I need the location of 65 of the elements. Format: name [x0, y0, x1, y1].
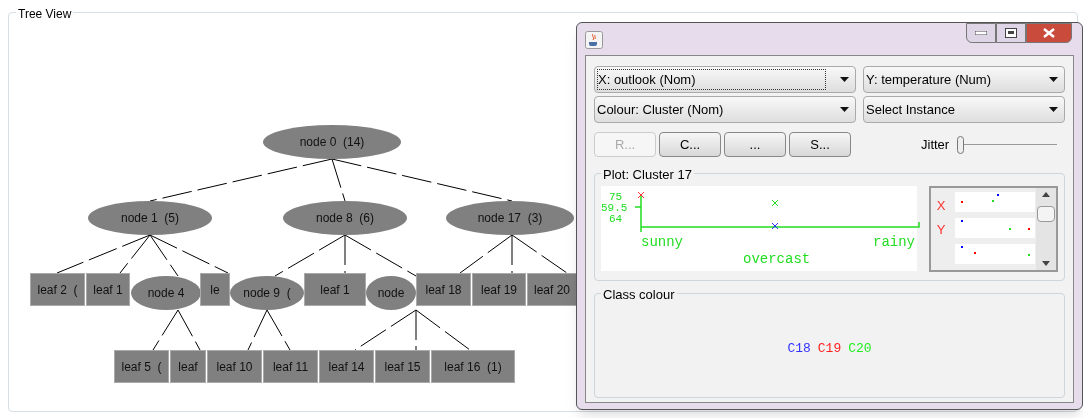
tree-leaf[interactable]: leaf 5 ( — [114, 350, 169, 383]
toolbar-button[interactable]: ... — [724, 132, 786, 157]
toolbar-button[interactable]: C... — [659, 132, 721, 157]
tree-node[interactable]: node 17 (3) — [446, 201, 574, 235]
connector-line — [247, 309, 268, 351]
minimize-icon — [975, 31, 987, 35]
tree-node[interactable]: node 9 ( — [230, 276, 304, 310]
class-label: C18 — [787, 339, 811, 358]
minimize-button[interactable] — [966, 23, 996, 43]
dropdown-value: Colour: Cluster (Nom) — [597, 100, 725, 119]
tree-leaf[interactable]: le — [200, 273, 230, 306]
y-axis-label: 64 — [609, 214, 623, 225]
maximize-icon — [1005, 28, 1017, 38]
toolbar-button[interactable]: S... — [789, 132, 851, 157]
tree-node[interactable]: node 0 (14) — [263, 125, 401, 159]
tree-leaf[interactable]: leaf 2 ( — [30, 273, 85, 306]
class-label: C19 — [817, 339, 842, 358]
x-axis-label: overcast — [743, 252, 811, 266]
dropdown-arrow-icon — [1049, 77, 1058, 82]
jitter-label: Jitter — [921, 135, 950, 154]
connector-line — [266, 309, 291, 351]
tree-node[interactable]: node 1 (5) — [88, 201, 212, 235]
dropdown[interactable]: X: outlook (Nom) — [594, 66, 856, 93]
scrollbar[interactable] — [1036, 188, 1056, 270]
tree-leaf[interactable]: leaf 14 — [319, 350, 374, 383]
y-axis-label: 59.5 — [601, 203, 628, 214]
coffee-cup-icon — [585, 31, 603, 49]
dropdown-value: Select Instance — [866, 100, 956, 119]
tree-leaf[interactable]: leaf 18 — [416, 273, 471, 306]
axis-marker: X — [936, 197, 947, 215]
tree-leaf[interactable]: leaf 1 — [304, 273, 366, 306]
scroll-up-icon[interactable] — [1042, 192, 1050, 197]
jitter-slider[interactable] — [957, 134, 1058, 155]
tree-node[interactable]: node 8 (6) — [283, 201, 407, 235]
x-axis-label: sunny — [641, 235, 683, 249]
axis-marker: Y — [936, 221, 947, 239]
dropdown[interactable]: Colour: Cluster (Nom) — [594, 96, 856, 123]
scroll-thumb[interactable] — [1037, 206, 1055, 222]
close-button[interactable] — [1026, 23, 1072, 43]
class-label: C20 — [848, 339, 872, 358]
tree-leaf[interactable]: leaf 19 — [472, 273, 526, 306]
x-axis-label: rainy — [873, 235, 915, 249]
dropdown-arrow-icon — [1049, 107, 1058, 112]
dropdown[interactable]: Y: temperature (Num) — [863, 66, 1065, 93]
maximize-button[interactable] — [996, 23, 1026, 43]
close-icon — [1043, 28, 1055, 38]
tree-leaf[interactable]: leaf 1 — [86, 273, 130, 306]
connector-line — [177, 309, 201, 351]
slider-thumb[interactable] — [957, 135, 965, 154]
tree-leaf[interactable]: leaf — [170, 350, 206, 383]
tree-leaf[interactable]: leaf 10 — [207, 350, 262, 383]
tree-leaf[interactable]: leaf 16 (1) — [431, 350, 515, 383]
dropdown-arrow-icon — [840, 77, 849, 82]
scroll-down-icon[interactable] — [1042, 261, 1050, 266]
dropdown-value: Y: temperature (Num) — [866, 70, 992, 89]
tree-leaf[interactable]: leaf 20 — [527, 273, 577, 306]
tree-node[interactable]: node — [366, 276, 416, 310]
tree-node[interactable]: node 4 — [131, 276, 201, 310]
tree-leaf[interactable]: leaf 15 — [375, 350, 430, 383]
tree-leaf[interactable]: leaf 11 — [263, 350, 318, 383]
connector-line — [152, 309, 179, 351]
dropdown-value: X: outlook (Nom) — [597, 68, 826, 91]
dropdown-arrow-icon — [840, 107, 849, 112]
dropdown[interactable]: Select Instance — [863, 96, 1065, 123]
y-axis-label: 75 — [609, 192, 623, 203]
